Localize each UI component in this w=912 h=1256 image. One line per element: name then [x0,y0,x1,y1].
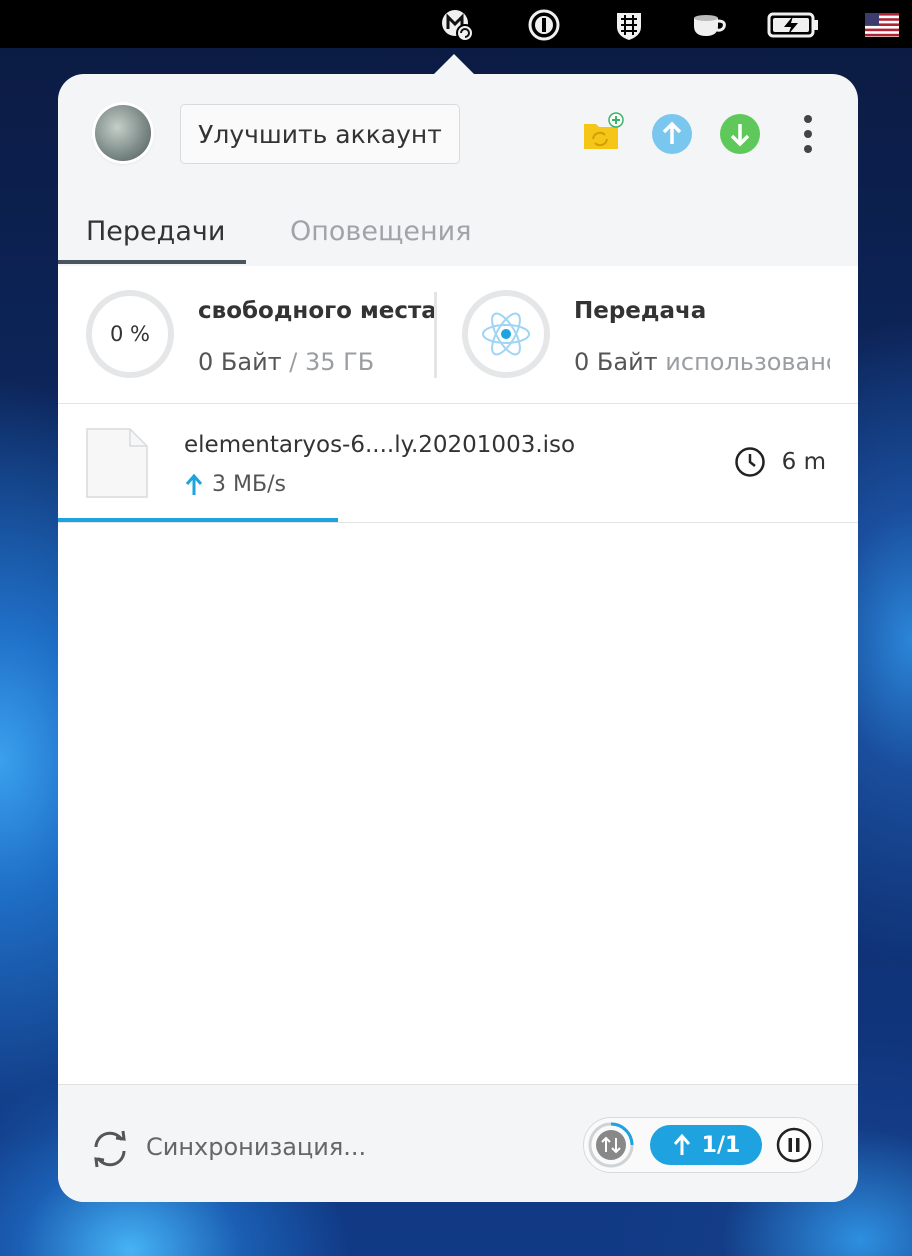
quota-summary: 0 % свободного места 0 Байт / 35 ГБ Пере… [58,266,858,404]
upload-arrow-icon [673,1133,690,1155]
more-menu-icon[interactable] [786,112,830,156]
transfer-speed: 3 МБ/s [184,472,286,497]
transfer-quota-suffix: использовано [657,348,830,376]
transfer-quota-title: Передача [574,298,707,324]
battery-charging-icon[interactable] [766,8,820,42]
transfer-speed-value: 3 МБ/s [212,472,286,497]
transfer-quota-used: 0 Байт [574,348,658,376]
upload-count: 1/1 [701,1132,741,1158]
transfer-quota-usage: 0 Байт использовано [574,348,830,376]
tab-notifications[interactable]: Оповещения [290,216,471,247]
add-sync-folder-icon[interactable] [580,112,624,156]
storage-used: 0 Байт [198,348,282,376]
firewall-icon[interactable] [612,8,646,42]
sync-status-text: Синхронизация... [146,1133,367,1161]
avatar[interactable] [95,105,151,161]
stats-divider [434,292,437,378]
storage-total: 35 ГБ [305,348,375,376]
transfer-file-name: elementaryos-6....ly.20201003.iso [184,432,576,458]
upload-count-badge[interactable]: 1/1 [650,1125,762,1165]
transfer-controls: 1/1 [583,1117,823,1173]
us-flag-icon[interactable] [864,8,900,42]
active-tab-indicator [58,260,246,264]
transfer-quota-ring [462,290,550,378]
caffeine-icon[interactable] [690,8,730,42]
status-footer: Синхронизация... 1/1 [58,1084,858,1202]
storage-title: свободного места [198,298,437,324]
file-icon [86,428,148,498]
tab-transfers[interactable]: Передачи [86,216,225,247]
transfer-progress-bar [58,518,338,522]
sync-status-icon [94,1130,126,1168]
1password-icon[interactable] [527,8,561,42]
transfer-time-remaining: 6 m [734,446,826,478]
tab-bar: Передачи Оповещения [58,204,858,267]
upgrade-account-button[interactable]: Улучшить аккаунт [180,104,460,164]
storage-percent: 0 % [110,322,150,346]
transfers-panel: 0 % свободного места 0 Байт / 35 ГБ Пере… [58,266,858,1084]
pause-icon[interactable] [776,1127,812,1163]
popover-arrow [432,54,476,76]
storage-separator: / [281,348,305,376]
popover-header: Улучшить аккаунт [58,74,858,194]
storage-usage-ring: 0 % [86,290,174,378]
mega-popover: Улучшить аккаунт Передачи Оповещения 0 %… [58,74,858,1202]
storage-usage: 0 Байт / 35 ГБ [198,348,374,376]
transfer-manager-icon[interactable] [588,1122,634,1168]
clock-icon [734,447,765,477]
mega-sync-icon[interactable] [440,8,474,42]
transfer-item[interactable]: elementaryos-6....ly.20201003.iso 3 МБ/s… [58,404,858,523]
time-remaining-value: 6 m [781,449,826,475]
upload-arrow-icon [185,473,203,495]
system-top-panel [0,0,912,48]
download-icon[interactable] [718,112,762,156]
upload-icon[interactable] [650,112,694,156]
atom-icon [482,312,530,356]
